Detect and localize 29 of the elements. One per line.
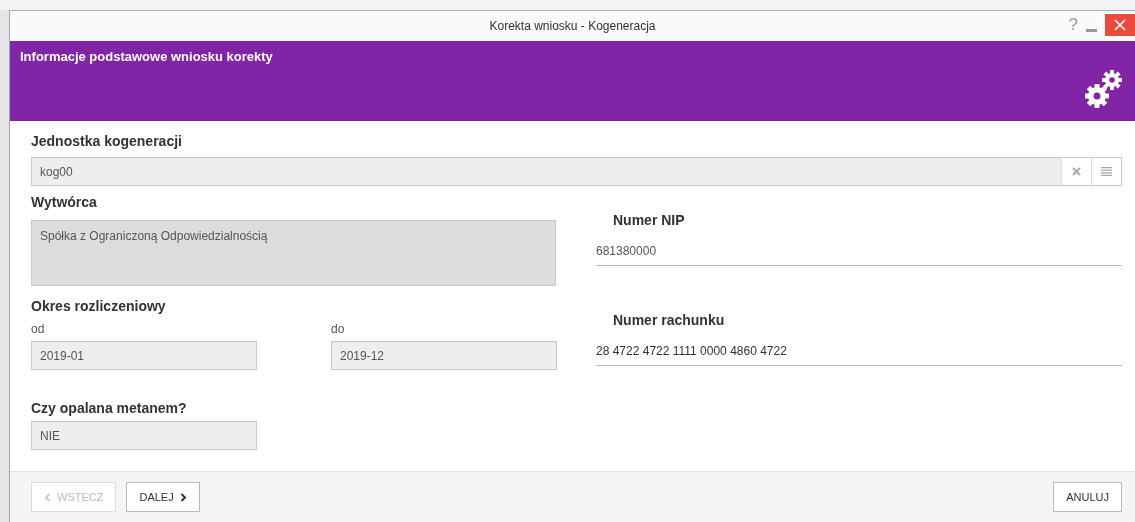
field-label: do (331, 322, 346, 336)
window-title: Korekta wniosku - Kogeneracja (489, 19, 656, 33)
gears-icon (1083, 67, 1125, 111)
account-field[interactable]: 28 4722 4722 1111 0000 4860 4722 (596, 344, 1122, 366)
field-label: Numer rachunku (612, 312, 726, 328)
field-label: Wytwórca (31, 194, 98, 210)
date-field[interactable]: 2019-01 (31, 341, 257, 370)
section-title: Informacje podstawowe wniosku korekty (20, 49, 273, 66)
list-icon (1101, 167, 1112, 176)
close-button[interactable] (1105, 14, 1135, 36)
minimize-button[interactable] (1086, 29, 1097, 33)
chevron-right-icon (179, 492, 187, 502)
field-label: Jednostka kogeneracji (31, 133, 183, 149)
close-icon (1114, 19, 1126, 31)
cancel-button[interactable]: ANULUJ (1053, 482, 1122, 512)
producer-field: Spółka z Ograniczoną Odpowiedzialnością (31, 220, 556, 286)
list-button[interactable] (1091, 158, 1121, 185)
field-label: Numer NIP (612, 212, 686, 228)
methane-field[interactable]: NIE (31, 421, 257, 450)
next-button[interactable]: DALEJ (126, 482, 200, 512)
nip-field[interactable]: 681380000 (596, 244, 1122, 266)
date-field[interactable]: 2019-12 (331, 341, 557, 370)
field-label: Okres rozliczeniowy (31, 298, 167, 314)
clear-button[interactable] (1061, 158, 1091, 185)
field-label: Czy opalana metanem? (31, 400, 188, 416)
chevron-left-icon (44, 492, 51, 502)
unit-select-field[interactable]: kog00 (31, 157, 1122, 186)
field-label: od (31, 322, 46, 336)
clear-icon (1072, 167, 1081, 176)
